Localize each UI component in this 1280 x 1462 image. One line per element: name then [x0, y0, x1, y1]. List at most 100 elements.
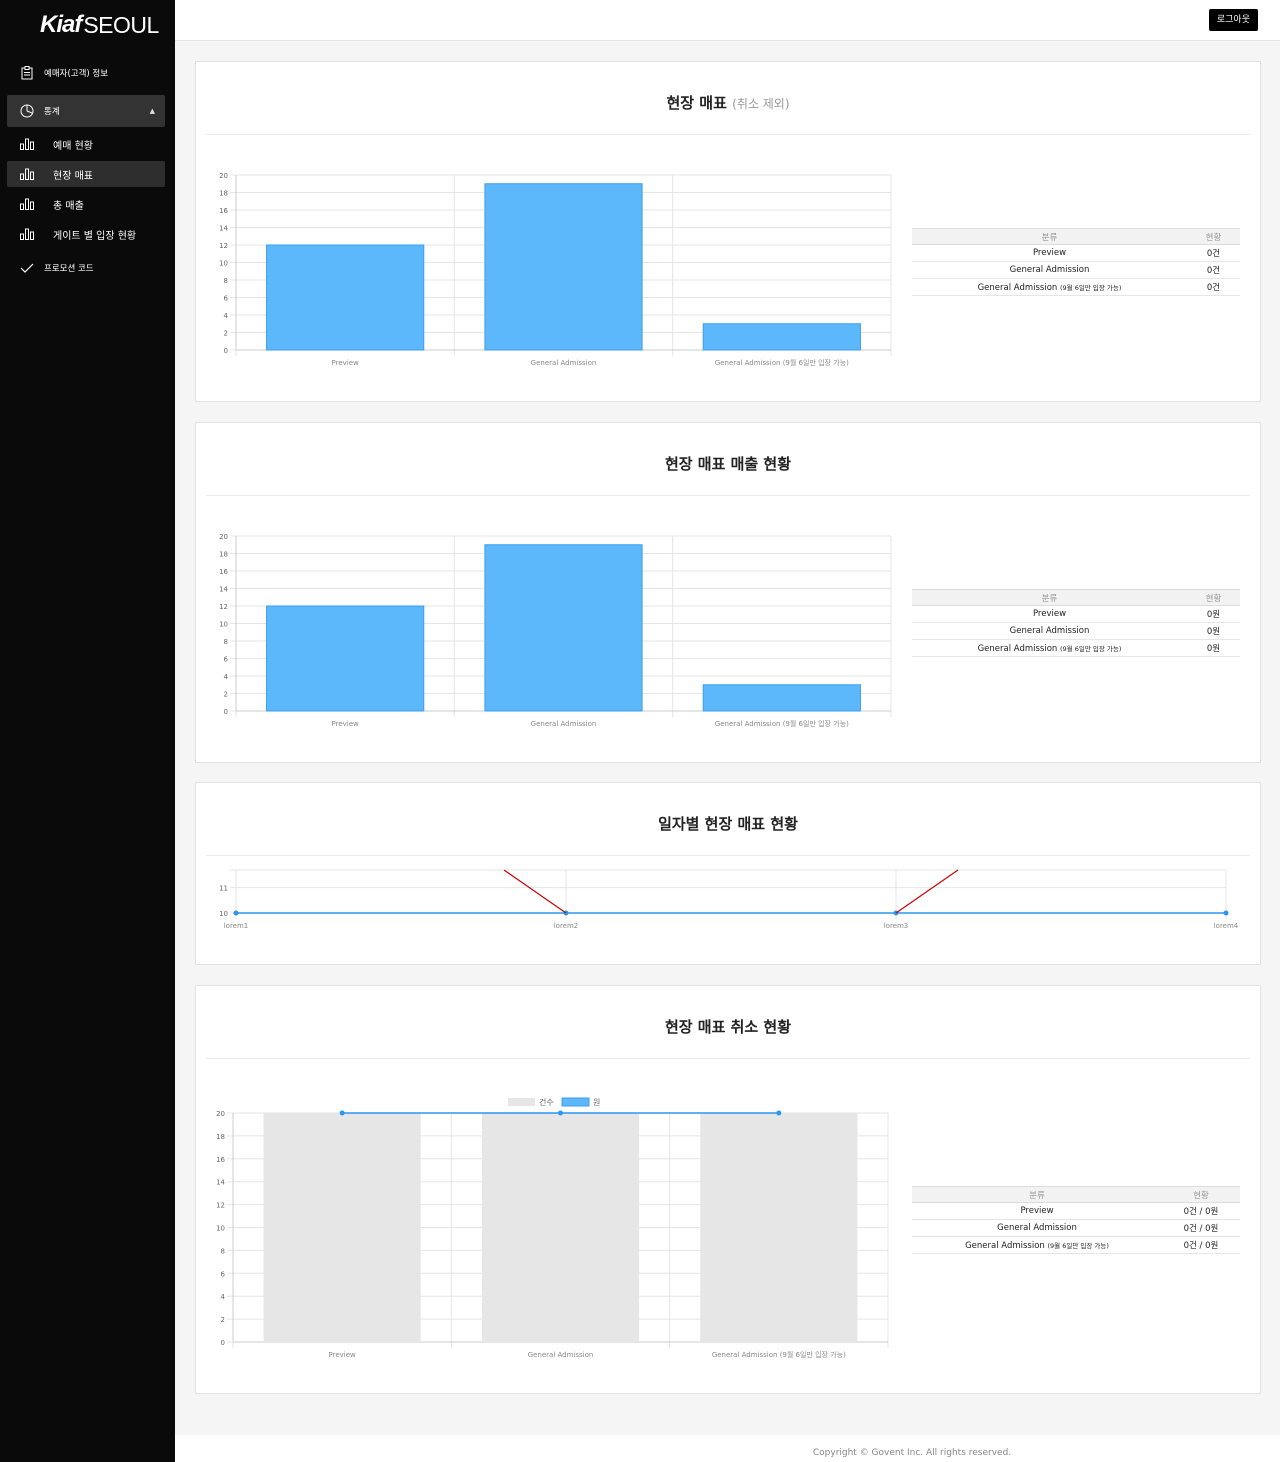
sidebar-item-promo-code[interactable]: 프로모션 코드 [7, 258, 165, 278]
y-tick-label: 0 [221, 1339, 225, 1347]
sales-summary-table: 분류 현황 Preview 0원 General Admission 0원 Gene… [912, 589, 1240, 657]
x-tick-label: Preview [332, 720, 360, 728]
x-tick-label: General Admission (9월 6일만 입장 가능) [712, 1350, 846, 1359]
legend-swatch [561, 1097, 590, 1107]
category-cell: General Admission (9월 6일만 입장 가능) [912, 639, 1187, 657]
kiaf-seoul-logo[interactable]: Kiaf SEOUL [40, 10, 159, 40]
x-tick-label: General Admission [531, 720, 597, 728]
status-cell: 0건 [1187, 261, 1240, 279]
y-tick-label: 16 [219, 568, 228, 576]
table-row: General Admission 0건 [912, 261, 1240, 279]
legend-label: 건수 [539, 1097, 554, 1107]
category-main: General Admission [965, 1240, 1045, 1251]
daily-line-chart: 10 11 lorem1 lorem2 lorem3 lorem4 [219, 869, 1239, 930]
bar [266, 605, 425, 712]
x-tick-label: lorem2 [554, 922, 579, 930]
y-tick-label: 4 [224, 673, 229, 681]
pie-chart-icon [20, 104, 34, 118]
y-tick-label: 16 [219, 207, 228, 215]
y-tick-label: 18 [219, 190, 228, 198]
column-header-category: 분류 [912, 228, 1187, 245]
bar [702, 684, 861, 712]
y-tick-label: 2 [224, 691, 228, 699]
x-tick-label: General Admission [528, 1351, 594, 1359]
y-tick-label: 6 [221, 1270, 226, 1278]
y-tick-label: 20 [219, 172, 228, 180]
footer: Copyright © Govent Inc. All rights reser… [175, 1435, 1280, 1462]
status-cell: 0건 / 0원 [1162, 1236, 1240, 1254]
category-note: (9월 6일만 입장 가능) [1060, 283, 1122, 292]
y-tick-label: 6 [224, 295, 229, 303]
table-row: Preview 0원 [912, 605, 1240, 623]
x-tick-label: Preview [329, 1351, 357, 1359]
category-note: (9월 6일만 입장 가능) [1060, 644, 1122, 653]
category-cell: Preview [912, 605, 1187, 623]
bar-chart-icon [20, 137, 34, 151]
y-tick-label: 18 [219, 551, 228, 559]
bar-chart-icon [20, 167, 34, 181]
column-header-status: 현황 [1162, 1186, 1240, 1203]
sidebar-item-customer-info[interactable]: 예매자(고객) 정보 [7, 63, 165, 83]
copyright-text: Copyright © Govent Inc. All rights reser… [812, 1448, 1012, 1458]
column-header-status: 현황 [1187, 589, 1240, 606]
daily-onsite-card: 일자별 현장 매표 현황 10 11 lorem1 lorem2 lorem3 lorem… [195, 782, 1261, 965]
bar [481, 1113, 640, 1342]
y-tick-label: 12 [219, 242, 228, 250]
sales-bar-chart: 0 2 4 6 8 10 12 14 16 18 20 Preview General Admissio… [219, 533, 892, 728]
y-tick-label: 11 [219, 885, 228, 893]
y-tick-label: 4 [221, 1293, 226, 1301]
sidebar-item-stats[interactable]: 통계 ▲ [7, 95, 165, 127]
status-cell: 0건 / 0원 [1162, 1219, 1240, 1237]
x-tick-label: lorem4 [1214, 922, 1239, 930]
table-row: General Admission 0건 / 0원 [912, 1219, 1240, 1237]
sidebar-subitem-label: 현장 매표 [53, 170, 93, 182]
sidebar-item-label: 프로모션 코드 [44, 264, 94, 274]
y-tick-label: 8 [221, 1247, 225, 1255]
sidebar-subitem-reservation-status[interactable]: 예매 현황 [7, 131, 165, 157]
table-row: Preview 0건 / 0원 [912, 1202, 1240, 1220]
y-tick-label: 2 [221, 1316, 225, 1324]
bar [484, 544, 643, 712]
sidebar-subitem-onsite-ticketing[interactable]: 현장 매표 [7, 161, 165, 187]
y-tick-label: 6 [224, 656, 229, 664]
bar [266, 244, 425, 351]
status-cell: 0건 / 0원 [1162, 1202, 1240, 1220]
table-row: General Admission (9월 6일만 입장 가능) 0건 / 0원 [912, 1236, 1240, 1254]
logout-button[interactable]: 로그아웃 [1208, 9, 1258, 31]
sidebar-item-label: 예매자(고객) 정보 [44, 69, 109, 79]
category-main: General Admission [977, 643, 1058, 654]
column-header-status: 현황 [1187, 228, 1240, 245]
data-point [1223, 910, 1229, 916]
x-tick-label: General Admission (9월 6일만 입장 가능) [715, 358, 849, 367]
y-tick-label: 10 [219, 621, 228, 629]
bar [263, 1113, 421, 1342]
status-cell: 0건 [1187, 244, 1240, 262]
column-header-category: 분류 [912, 589, 1187, 606]
category-cell: General Admission (9월 6일만 입장 가능) [912, 1236, 1162, 1254]
y-tick-label: 12 [219, 603, 228, 611]
y-tick-label: 8 [224, 638, 228, 646]
cancel-summary-table: 분류 현황 Preview 0건 / 0원 General Admission 0건… [912, 1186, 1240, 1254]
y-tick-label: 10 [219, 260, 228, 268]
y-tick-label: 0 [224, 708, 228, 716]
table-row: Preview 0건 [912, 244, 1240, 262]
y-tick-label: 2 [224, 330, 228, 338]
cancel-combo-chart: 0 2 4 6 8 10 12 14 16 18 20 Preview General Admissio… [216, 1097, 889, 1359]
x-tick-label: General Admission (9월 6일만 입장 가능) [715, 719, 849, 728]
logo-kiaf: Kiaf [40, 11, 82, 38]
y-tick-label: 14 [219, 586, 228, 594]
y-tick-label: 14 [216, 1179, 225, 1187]
table-row: General Admission (9월 6일만 입장 가능) 0건 [912, 278, 1240, 296]
sidebar-subitem-label: 게이트 별 입장 현황 [53, 230, 137, 242]
sidebar-subitem-total-sales[interactable]: 총 매출 [7, 191, 165, 217]
data-point [233, 910, 239, 916]
top-header: 로그아웃 [175, 0, 1280, 41]
x-tick-label: lorem1 [224, 922, 249, 930]
x-tick-label: lorem3 [884, 922, 909, 930]
sidebar-subitem-gate-entry[interactable]: 게이트 별 입장 현황 [7, 221, 165, 247]
sidebar: Kiaf SEOUL 예매자(고객) 정보 통계 ▲ 예매 현황 현장 매표 총… [0, 0, 175, 1462]
category-main: General Admission [977, 282, 1058, 293]
y-tick-label: 20 [216, 1110, 225, 1118]
bar [702, 323, 861, 351]
bar [700, 1113, 858, 1342]
